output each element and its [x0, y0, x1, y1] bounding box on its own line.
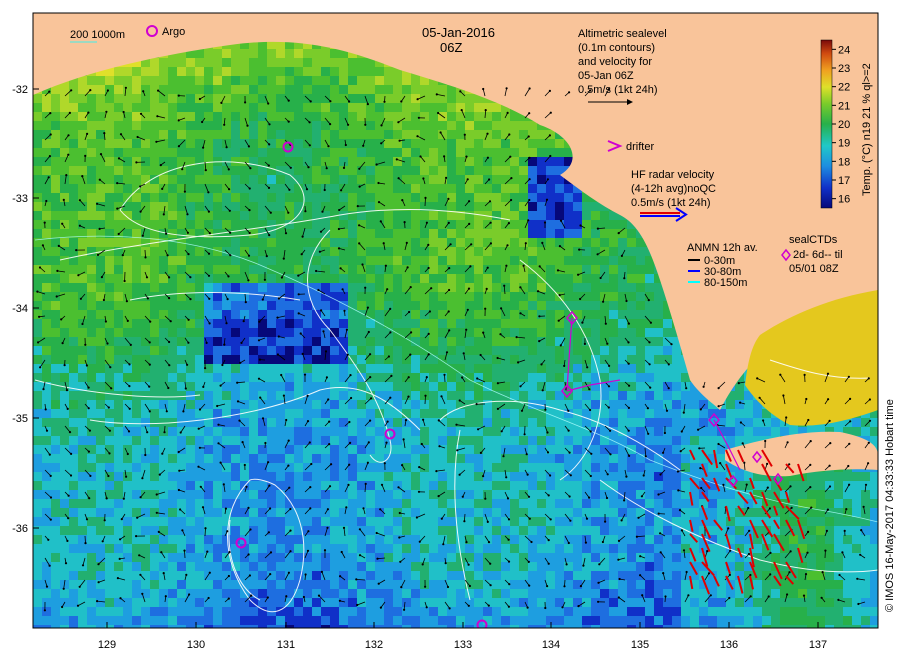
- colorbar-tick-label: 20: [838, 119, 850, 131]
- y-tick-label: -32: [12, 84, 28, 96]
- date-title: 05-Jan-2016: [422, 25, 495, 40]
- colorbar-tick-label: 16: [838, 194, 850, 206]
- drifter-legend-label: drifter: [626, 141, 654, 153]
- x-tick-label: 131: [277, 639, 295, 651]
- colorbar-tick-label: 24: [838, 44, 850, 56]
- colorbar-tick-label: 17: [838, 175, 850, 187]
- y-tick-label: -33: [12, 193, 28, 205]
- colorbar-tick-label: 18: [838, 156, 850, 168]
- velocity-vector: [424, 197, 426, 207]
- isobath-legend-label: 200 1000m: [70, 29, 125, 41]
- colorbar-tick-label: 21: [838, 100, 850, 112]
- altimetry-line-1: Altimetric sealevel: [578, 28, 667, 40]
- velocity-vector: [184, 550, 186, 559]
- sst-map-figure: 129 130 131 132 133 134 135 136 137 -32 -33 -34 -35…: [12, 12, 896, 651]
- hf-radar-line-1: HF radar velocity: [631, 169, 715, 181]
- x-tick-label: 129: [98, 639, 116, 651]
- argo-legend-label: Argo: [162, 26, 185, 38]
- y-tick-label: -34: [12, 303, 28, 315]
- altimetry-line-4: 05-Jan 06Z: [578, 70, 634, 82]
- x-tick-label: 137: [809, 639, 827, 651]
- velocity-vector: [424, 395, 426, 405]
- anmn-title: ANMN 12h av.: [687, 242, 758, 254]
- anmn-label-2: 80-150m: [704, 277, 747, 289]
- x-tick-label: 136: [720, 639, 738, 651]
- colorbar-gradient: [820, 39, 833, 209]
- colorbar-tick-label: 22: [838, 82, 850, 94]
- colorbar-tick-label: 23: [838, 63, 850, 75]
- altimetry-line-3: and velocity for: [578, 56, 652, 68]
- y-tick-label: -35: [12, 413, 28, 425]
- altimetry-line-5: 0.5m/s (1kt 24h): [578, 84, 657, 96]
- x-tick-label: 130: [187, 639, 205, 651]
- time-title: 06Z: [440, 40, 462, 55]
- sealctd-line-1: sealCTDs: [789, 234, 838, 246]
- velocity-vector: [204, 528, 206, 537]
- hf-radar-line-2: (4-12h avg)noQC: [631, 183, 716, 195]
- hf-radar-line-3: 0.5m/s (1kt 24h): [631, 197, 710, 209]
- x-tick-label: 134: [542, 639, 560, 651]
- colorbar: 24 23 22 21 20 19 18 17 16 Temp. (°C) n19 21 % q…: [820, 39, 873, 209]
- credit-text: © IMOS 16-May-2017 04:33:33 Hobart time: [884, 399, 896, 612]
- colorbar-label: Temp. (°C) n19 21 % ql>=2: [861, 63, 873, 196]
- y-tick-label: -36: [12, 523, 28, 535]
- altimetry-line-2: (0.1m contours): [578, 42, 655, 54]
- colorbar-tick-label: 19: [838, 138, 850, 150]
- x-tick-label: 135: [631, 639, 649, 651]
- velocity-vector: [144, 249, 146, 258]
- x-tick-label: 132: [365, 639, 383, 651]
- x-tick-label: 133: [454, 639, 472, 651]
- map-plot-area: [33, 13, 878, 628]
- sealctd-line-2: 2d- 6d-- til: [793, 249, 843, 261]
- sealctd-line-3: 05/01 08Z: [789, 263, 839, 275]
